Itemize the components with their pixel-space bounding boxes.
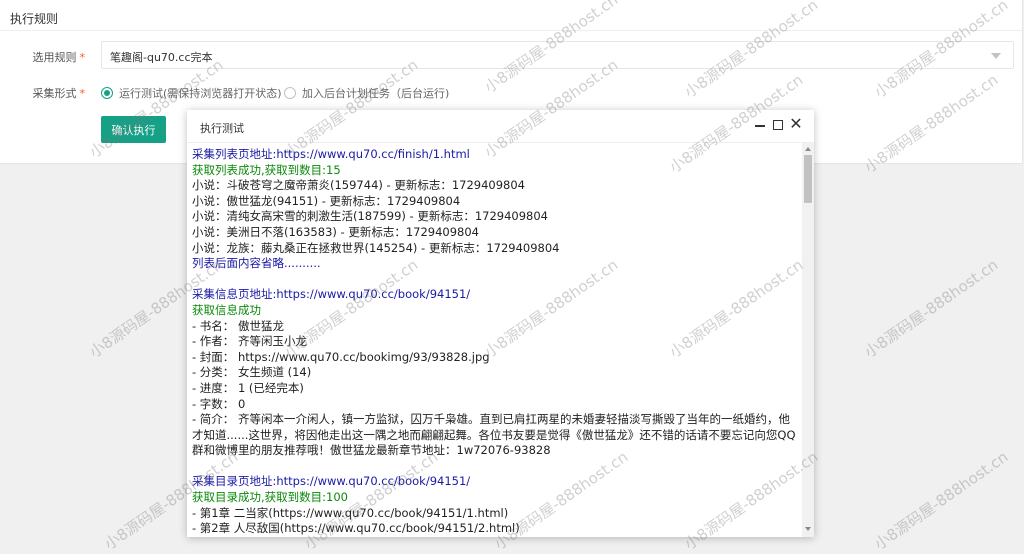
close-icon[interactable]: ✕ [789,117,803,131]
confirm-execute-button[interactable]: 确认执行 [101,116,166,143]
minimize-icon[interactable] [753,118,767,132]
required-mark: * [80,51,86,64]
mode-option-test[interactable]: 运行测试(需保持浏览器打开状态) [101,85,282,101]
log-spacer [192,272,797,288]
log-line: 采集信息页地址:https://www.qu70.cc/book/94151/ [192,287,797,303]
dialog-title: 执行测试 [200,120,244,136]
log-line: 小说：清纯女高宋雪的刺激生活(187599) - 更新标志：1729409804 [192,209,797,225]
log-line: - 封面： https://www.qu70.cc/bookimg/93/938… [192,350,797,366]
rule-label: 选用规则 [33,51,77,64]
log-line: 采集列表页地址:https://www.qu70.cc/finish/1.htm… [192,147,797,163]
log-line: - 字数： 0 [192,397,797,413]
log-line: 小说：斗破苍穹之魔帝萧炎(159744) - 更新标志：1729409804 [192,178,797,194]
panel-divider [0,30,1022,31]
mode-option-background[interactable]: 加入后台计划任务（后台运行) [284,85,449,101]
scrollbar[interactable] [802,143,814,537]
mode-label-group: 采集形式* [0,85,85,101]
radio-unchecked-icon[interactable] [284,87,296,99]
rule-select[interactable]: 笔趣阁-qu70.cc完本 [101,41,1014,69]
log-line: - 分类： 女生频道 (14) [192,365,797,381]
dialog-header: 执行测试 ✕ [187,110,814,143]
log-line: 列表后面内容省略.......... [192,256,797,272]
log-line: - 第1章 二当家(https://www.qu70.cc/book/94151… [192,506,797,522]
log-line: 小说：美洲日不落(163583) - 更新标志：1729409804 [192,225,797,241]
rule-select-value: 笔趣阁-qu70.cc完本 [110,49,213,65]
log-line: - 书名： 傲世猛龙 [192,319,797,335]
watermark-text: 小8源码屋-888host.cn [860,254,1002,362]
log-line: - 简介： 齐等闲本一介闲人，镇一方监狱，囚万千枭雄。直到已肩扛两星的未婚妻轻描… [192,412,797,459]
log-line: 采集目录页地址:https://www.qu70.cc/book/94151/ [192,474,797,490]
log-line: 获取目录成功,获取到数目:100 [192,490,797,506]
scroll-up-icon[interactable] [805,147,811,151]
rule-label-group: 选用规则* [0,49,85,65]
log-line: 获取列表成功,获取到数目:15 [192,163,797,179]
watermark-text: 小8源码屋-888host.cn [870,446,1012,554]
maximize-icon[interactable] [771,118,785,132]
chevron-down-icon [991,53,1001,59]
log-output: 采集列表页地址:https://www.qu70.cc/finish/1.htm… [187,143,802,537]
mode-label: 采集形式 [33,87,77,100]
log-line: 小说：傲世猛龙(94151) - 更新标志：1729409804 [192,194,797,210]
mode-option-label: 运行测试(需保持浏览器打开状态) [119,85,282,101]
log-line: - 第2章 人尽敌国(https://www.qu70.cc/book/9415… [192,521,797,537]
mode-option-label: 加入后台计划任务（后台运行) [302,85,449,101]
execution-test-dialog: 执行测试 ✕ 采集列表页地址:https://www.qu70.cc/finis… [187,110,814,537]
radio-checked-icon[interactable] [101,87,113,99]
log-line: 小说：龙族：藤丸桑正在拯救世界(145254) - 更新标志：172940980… [192,241,797,257]
log-spacer [192,459,797,475]
log-line: 获取信息成功 [192,303,797,319]
panel-title: 执行规则 [10,10,58,27]
log-line: - 进度： 1 (已经完本) [192,381,797,397]
scroll-thumb[interactable] [804,155,812,203]
log-line: - 作者： 齐等闲玉小龙 [192,334,797,350]
required-mark: * [80,87,86,100]
scroll-down-icon[interactable] [805,527,811,531]
